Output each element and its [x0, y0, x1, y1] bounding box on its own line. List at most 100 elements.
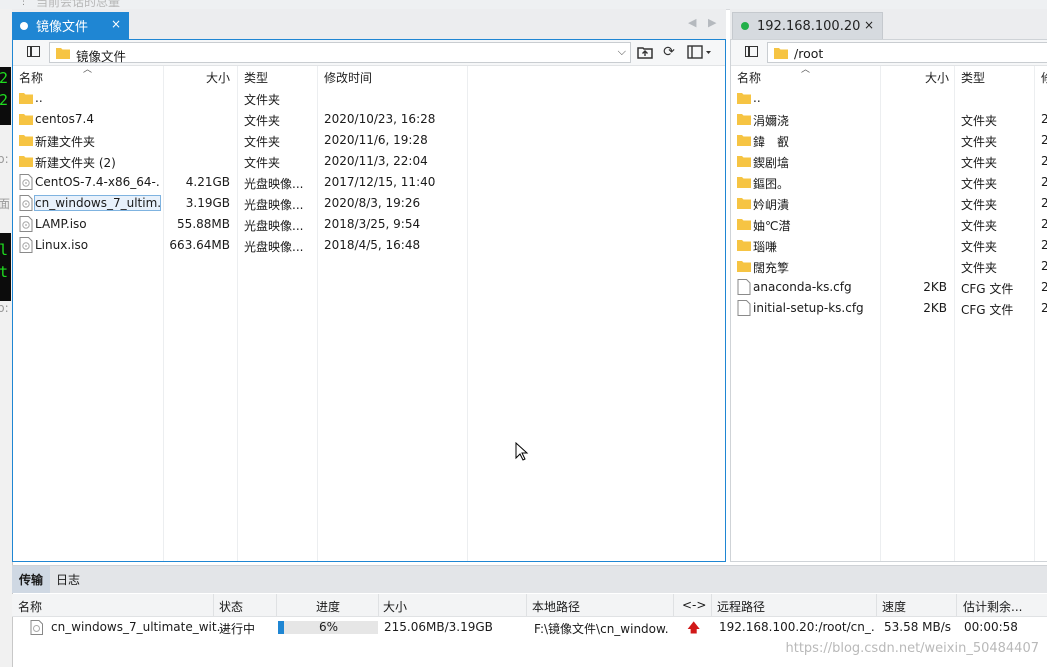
left-tab-bar: 镜像文件 × ◀ ▶ — [12, 9, 726, 39]
tab-log[interactable]: 日志 — [49, 566, 87, 593]
file-name: Linux.iso — [35, 238, 89, 252]
header-divider — [673, 594, 674, 616]
local-path-box[interactable]: 镜像文件 ⌵ — [49, 42, 631, 64]
file-name: 妗岄潰 — [753, 198, 790, 212]
sort-asc-icon: ︿ — [83, 65, 93, 75]
refresh-icon[interactable]: ⟳ — [661, 44, 677, 60]
column-type[interactable]: 类型 — [244, 69, 268, 86]
transfer-col-speed[interactable]: 速度 — [882, 598, 906, 615]
folder-icon — [19, 135, 33, 146]
file-name: cn_windows_7_ultim... — [34, 195, 161, 211]
transfer-col-direction[interactable]: <-> — [682, 598, 706, 612]
remote-file-pane: /root ︿ 名称 大小 类型 修 ..涓嬭浇文件夹2鍏 叡文件夹2鍥剧墖文件… — [730, 39, 1047, 562]
close-icon[interactable]: × — [864, 18, 874, 32]
file-type: 文件夹 — [961, 198, 998, 212]
tab-local-images[interactable]: 镜像文件 × — [12, 12, 129, 39]
file-size: 3.19GB — [185, 196, 230, 210]
file-type: CFG 文件 — [961, 282, 1014, 296]
column-size[interactable]: 大小 — [206, 69, 230, 86]
transfer-col-remote-path[interactable]: 远程路径 — [717, 598, 765, 615]
column-modified[interactable]: 修改时间 — [324, 69, 372, 86]
transfer-name: cn_windows_7_ultimate_wit... — [51, 620, 229, 634]
transfer-row[interactable]: cn_windows_7_ultimate_wit... 进行中 6% 215.… — [12, 617, 1047, 640]
file-row[interactable]: initial-setup-ks.cfg 2KB CFG 文件 2 — [731, 298, 1047, 319]
tab-transfer[interactable]: 传输 — [12, 566, 51, 593]
folder-row[interactable]: 鍥剧墖 文件夹 2 — [731, 151, 1047, 172]
folder-row[interactable]: 妗岄潰 文件夹 2 — [731, 193, 1047, 214]
tab-status-dot-icon — [20, 21, 28, 30]
close-icon[interactable]: × — [111, 17, 121, 31]
sidebar-toggle-icon[interactable] — [745, 46, 758, 57]
file-row[interactable]: CentOS-7.4-x86_64-... 4.21GB 光盘映像... 2017/1… — [13, 172, 725, 193]
folder-icon — [737, 261, 751, 272]
column-modified[interactable]: 修 — [1041, 69, 1047, 86]
file-name: .. — [35, 91, 43, 105]
file-type: 文件夹 — [961, 135, 998, 149]
file-row[interactable]: anaconda-ks.cfg 2KB CFG 文件 2 — [731, 277, 1047, 298]
chevron-down-icon[interactable]: ⌵ — [618, 45, 626, 59]
file-row[interactable]: Linux.iso 663.64MB 光盘映像... 2018/4/5, 16:48 — [13, 235, 725, 256]
folder-row[interactable]: 新建文件夹 文件夹 2020/11/6, 19:28 — [13, 130, 725, 151]
file-name: 鍥剧墖 — [753, 156, 790, 170]
transfer-status: 进行中 — [219, 622, 256, 636]
folder-row[interactable]: 妯℃澘 文件夹 2 — [731, 214, 1047, 235]
file-type: CFG 文件 — [961, 303, 1014, 317]
file-row[interactable]: LAMP.iso 55.88MB 光盘映像... 2018/3/25, 9:54 — [13, 214, 725, 235]
transfer-col-eta[interactable]: 估计剩余... — [963, 598, 1022, 615]
folder-row[interactable]: 瑙嗛 文件夹 2 — [731, 235, 1047, 256]
remote-path-text: /root — [794, 46, 824, 61]
folder-row[interactable]: centos7.4 文件夹 2020/10/23, 16:28 — [13, 109, 725, 130]
header-divider — [876, 594, 877, 616]
folder-row[interactable]: .. — [731, 88, 1047, 109]
transfer-col-progress[interactable]: 进度 — [316, 598, 340, 615]
column-type[interactable]: 类型 — [961, 69, 985, 86]
disc-file-icon — [19, 237, 33, 253]
file-modified: 2020/11/3, 22:04 — [324, 154, 428, 168]
transfer-size: 215.06MB/3.19GB — [384, 620, 493, 634]
column-size[interactable]: 大小 — [925, 69, 949, 86]
chevron-left-icon[interactable]: ◀ — [688, 16, 696, 29]
folder-icon — [737, 156, 751, 167]
file-size: 2KB — [923, 280, 947, 294]
folder-row[interactable]: 涓嬭浇 文件夹 2 — [731, 109, 1047, 130]
folder-up-icon[interactable] — [637, 44, 653, 60]
tab-remote-host[interactable]: 192.168.100.20 × — [732, 12, 883, 39]
file-row[interactable]: cn_windows_7_ultim... 3.19GB 光盘映像... 2020/8… — [13, 193, 725, 214]
column-name[interactable]: 名称 — [19, 69, 43, 86]
sidebar-toggle-icon[interactable] — [27, 46, 40, 57]
chevron-right-icon[interactable]: ▶ — [708, 16, 716, 29]
file-type: 文件夹 — [961, 219, 998, 233]
folder-row[interactable]: .. 文件夹 — [13, 88, 725, 109]
file-type: 文件夹 — [244, 135, 281, 149]
file-type: 文件夹 — [244, 156, 281, 170]
transfer-col-local-path[interactable]: 本地路径 — [532, 598, 580, 615]
view-mode-icon[interactable] — [687, 44, 719, 60]
transfer-col-size[interactable]: 大小 — [383, 598, 407, 615]
file-modified: 2 — [1041, 301, 1047, 315]
connected-dot-icon — [741, 22, 749, 30]
column-name[interactable]: 名称 — [737, 69, 761, 86]
file-modified: 2017/12/15, 11:40 — [324, 175, 436, 189]
folder-icon — [737, 114, 751, 125]
file-name: CentOS-7.4-x86_64-... — [35, 175, 160, 189]
folder-icon — [19, 93, 33, 104]
folder-row[interactable]: 鏂囨。 文件夹 2 — [731, 172, 1047, 193]
file-modified: 2020/11/6, 19:28 — [324, 133, 428, 147]
file-type: 文件夹 — [961, 261, 998, 275]
folder-icon — [19, 114, 33, 125]
folder-icon — [737, 198, 751, 209]
transfer-remote-path: 192.168.100.20:/root/cn_... — [719, 620, 874, 634]
remote-path-box[interactable]: /root — [767, 42, 1047, 63]
disc-file-icon — [19, 216, 33, 232]
header-divider — [213, 594, 214, 616]
folder-row[interactable]: 新建文件夹 (2) 文件夹 2020/11/3, 22:04 — [13, 151, 725, 172]
transfer-col-status[interactable]: 状态 — [219, 598, 243, 615]
transfer-col-name[interactable]: 名称 — [18, 598, 42, 615]
transfer-eta: 00:00:58 — [964, 620, 1018, 634]
folder-row[interactable]: 鍏 叡 文件夹 2 — [731, 130, 1047, 151]
file-type: 光盘映像... — [244, 177, 304, 191]
folder-row[interactable]: 闊充箰 文件夹 2 — [731, 256, 1047, 277]
folder-icon — [56, 48, 70, 59]
file-name: 新建文件夹 (2) — [35, 156, 116, 170]
file-name: anaconda-ks.cfg — [753, 280, 852, 294]
